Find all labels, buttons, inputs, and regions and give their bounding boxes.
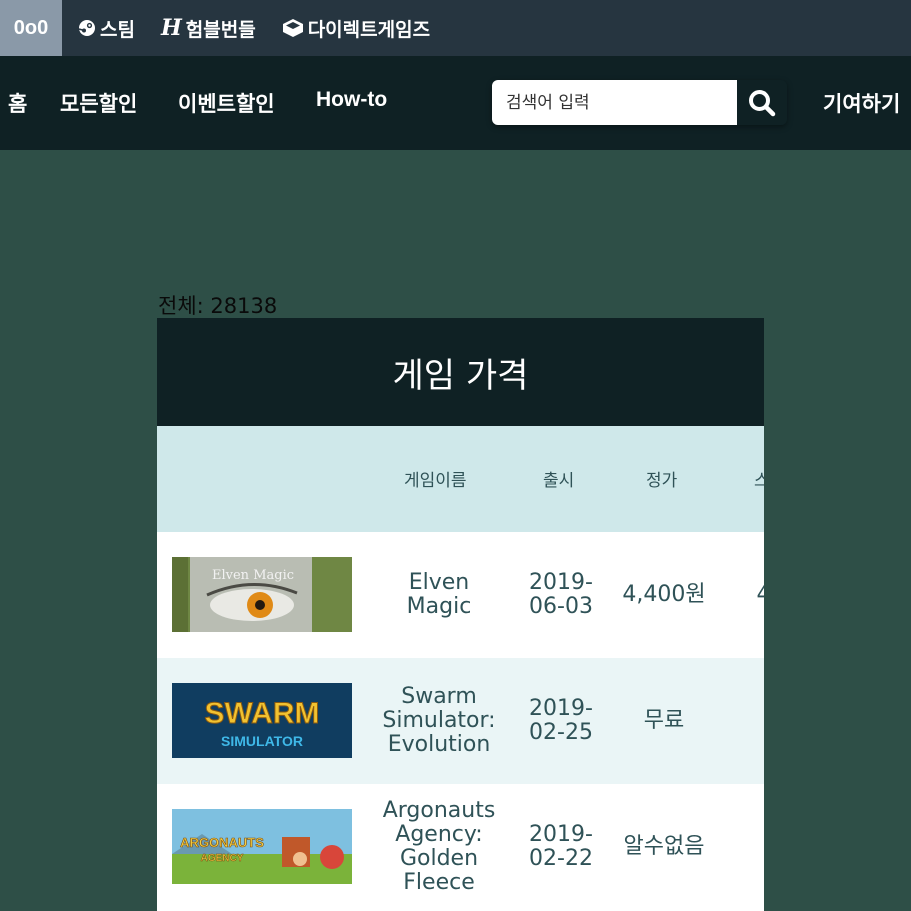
release-date: 2019-02-25 bbox=[529, 696, 593, 745]
header-sale[interactable]: 스 bbox=[754, 466, 764, 491]
header-release[interactable]: 출시 bbox=[543, 466, 574, 491]
humble-icon: H bbox=[160, 15, 182, 41]
store-link-humble[interactable]: H 험블번들 bbox=[161, 15, 256, 42]
game-name[interactable]: Swarm Simulator: Evolution bbox=[375, 658, 503, 784]
header-game-name[interactable]: 게임이름 bbox=[404, 466, 467, 491]
svg-text:Elven Magic: Elven Magic bbox=[212, 568, 294, 583]
store-label-steam: 스팀 bbox=[100, 18, 135, 41]
table-header-row: 게임이름 출시 정가 스 bbox=[157, 426, 764, 532]
table-row[interactable]: Elven Magic Elven Magic 2019-06-03 4,400… bbox=[157, 532, 764, 658]
regular-price: 4,400원 bbox=[622, 582, 706, 607]
nav-home[interactable]: 홈 bbox=[8, 88, 27, 118]
nav-all-sales[interactable]: 모든할인 bbox=[60, 88, 137, 118]
sale-price: 4,4 bbox=[756, 582, 765, 607]
nav-how-to[interactable]: How-to bbox=[316, 88, 387, 112]
search-box bbox=[492, 80, 787, 125]
nav-contribute[interactable]: 기여하기 bbox=[823, 88, 900, 118]
price-table: 게임 가격 게임이름 출시 정가 스 Elven Magic Elven Mag… bbox=[157, 318, 764, 911]
search-button[interactable] bbox=[737, 80, 787, 125]
store-label-humble: 험블번들 bbox=[185, 18, 256, 41]
steam-icon bbox=[78, 19, 96, 37]
game-thumbnail[interactable]: Elven Magic bbox=[172, 557, 352, 632]
site-logo[interactable]: 0o0 bbox=[0, 0, 62, 56]
directgames-icon bbox=[282, 18, 304, 38]
svg-text:SIMULATOR: SIMULATOR bbox=[221, 733, 303, 749]
regular-price: 알수없음 bbox=[623, 834, 705, 859]
store-link-directgames[interactable]: 다이렉트게임즈 bbox=[282, 15, 430, 42]
sale-price: 무 bbox=[729, 658, 765, 784]
store-bar: 0o0 스팀 H 험블번들 다이렉트게임즈 bbox=[0, 0, 911, 56]
release-date: 2019-02-22 bbox=[529, 822, 593, 871]
search-input[interactable] bbox=[492, 80, 737, 125]
game-name[interactable]: Argonauts Agency: Golden Fleece bbox=[375, 784, 503, 910]
game-name[interactable]: Elven Magic bbox=[375, 532, 503, 658]
svg-text:AGENCY: AGENCY bbox=[201, 853, 244, 864]
game-thumbnail[interactable]: SWARM SIMULATOR bbox=[172, 683, 352, 758]
regular-price: 무료 bbox=[643, 708, 685, 733]
sale-price: 알 bbox=[729, 784, 765, 910]
release-date: 2019-06-03 bbox=[529, 570, 593, 619]
store-link-steam[interactable]: 스팀 bbox=[78, 15, 135, 42]
store-label-directgames: 다이렉트게임즈 bbox=[307, 18, 431, 41]
table-row[interactable]: ARGONAUTS AGENCY Argonauts Agency: Golde… bbox=[157, 784, 764, 910]
svg-text:ARGONAUTS: ARGONAUTS bbox=[180, 835, 264, 850]
table-title: 게임 가격 bbox=[157, 318, 764, 426]
nav-event-sales[interactable]: 이벤트할인 bbox=[178, 88, 275, 118]
search-icon bbox=[749, 89, 776, 116]
header-price[interactable]: 정가 bbox=[646, 466, 677, 491]
svg-text:SWARM: SWARM bbox=[205, 697, 320, 730]
game-thumbnail[interactable]: ARGONAUTS AGENCY bbox=[172, 809, 352, 884]
table-row[interactable]: SWARM SIMULATOR Swarm Simulator: Evoluti… bbox=[157, 658, 764, 784]
main-nav: 홈 모든할인 이벤트할인 How-to 기여하기 bbox=[0, 56, 911, 150]
total-count: 전체: 28138 bbox=[158, 294, 278, 318]
